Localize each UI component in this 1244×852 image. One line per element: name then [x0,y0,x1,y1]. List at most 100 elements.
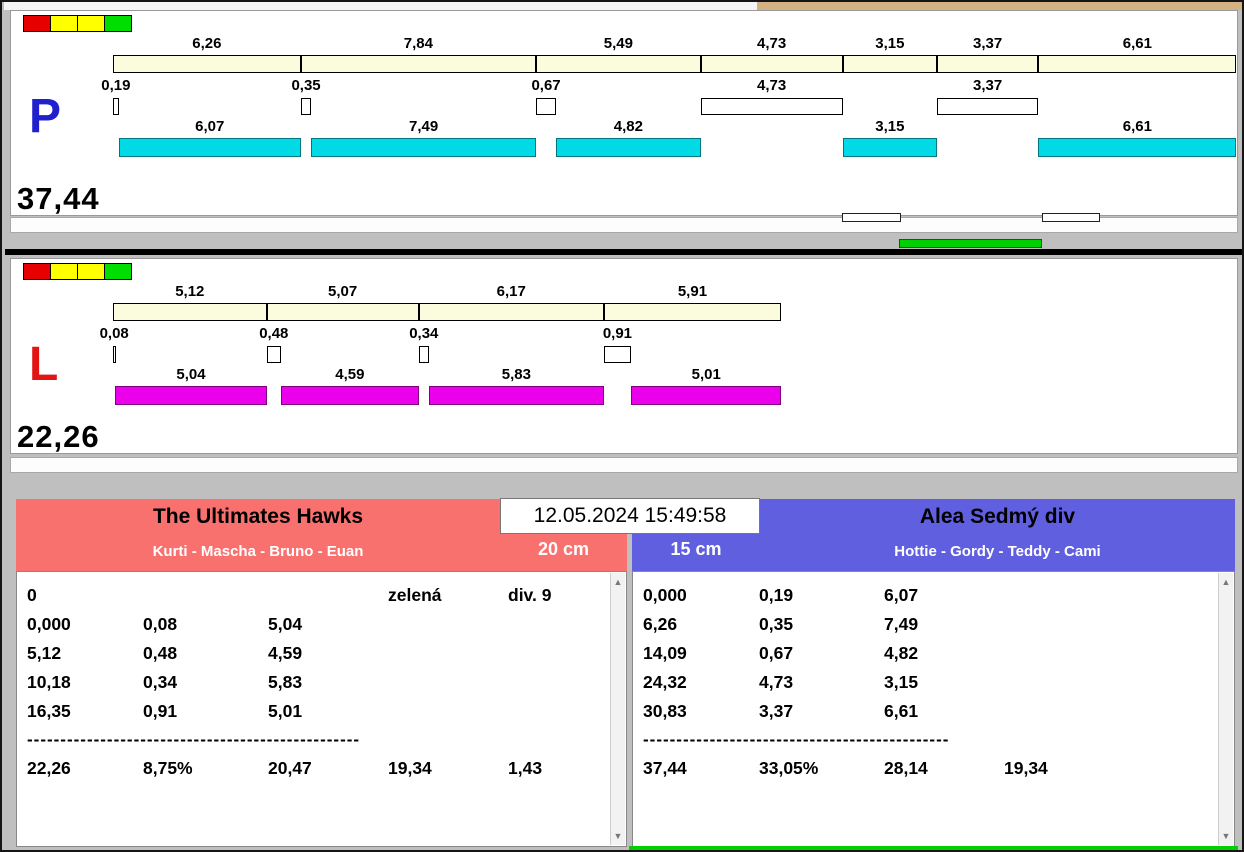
gap-label: 0,35 [276,77,336,94]
table-row: 14,090,674,82 [633,643,1234,672]
datetime-display: 12.05.2024 15:49:58 [500,498,760,534]
segment-total-label: 3,37 [937,35,1038,52]
segment-total-bar [113,55,301,73]
table-cell: 5,12 [27,643,61,664]
measure-bar [115,386,266,405]
table-body: 0zelenádiv. 90,0000,085,045,120,484,5910… [17,572,626,846]
scroll-down-icon[interactable]: ▼ [1219,829,1233,843]
team-right-name: Alea Sedmý div [760,505,1235,529]
bars-layer: 6,267,845,494,733,153,376,610,196,070,35… [11,11,1237,215]
total-cell: 8,75% [143,758,193,779]
scroll-up-icon[interactable]: ▲ [1219,575,1233,589]
total-cell: 28,14 [884,758,928,779]
gap-box [113,98,119,115]
team-left-table: 0zelenádiv. 90,0000,085,045,120,484,5910… [16,571,627,847]
measure-bar [119,138,301,157]
segment-total-label: 6,61 [1038,35,1236,52]
measure-bar [281,386,419,405]
table-cell: 3,37 [759,701,793,722]
segment-total-bar [1038,55,1236,73]
active-team-strip [629,846,1238,852]
table-cell: 16,35 [27,701,71,722]
table-cell: 30,83 [643,701,687,722]
gap-label: 0,19 [86,77,146,94]
table-cell: 4,73 [759,672,793,693]
totals-row: 22,268,75%20,4719,341,43 [17,758,626,787]
segment-total-bar [419,303,604,321]
app-window: P 6,267,845,494,733,153,376,610,196,070,… [0,0,1244,852]
bar-label: 5,83 [486,366,546,383]
panel-total: 37,44 [17,181,100,217]
table-cell: 0 [27,585,37,606]
segment-total-bar [604,303,781,321]
separator-row: ----------------------------------------… [633,730,1234,758]
segment-total-bar [937,55,1038,73]
totals-row: 37,44 33,05% 28,14 19,34 [633,758,1234,787]
scroll-down-icon[interactable]: ▼ [611,829,625,843]
table-cell: 0,35 [759,614,793,635]
measure-bar [556,138,701,157]
bar-label: 3,15 [860,118,920,135]
table-row: 10,180,345,83 [17,672,626,701]
gap-label: 0,34 [394,325,454,342]
bar-label: 6,07 [180,118,240,135]
bar-label: 7,49 [394,118,454,135]
table-cell: 5,01 [268,701,302,722]
separator-line: ----------------------------------------… [27,730,360,750]
separator-row: ----------------------------------------… [17,730,626,758]
table-cell: 0,08 [143,614,177,635]
measure-bar [311,138,536,157]
total-cell: 19,34 [1004,758,1048,779]
table-cell: 5,83 [268,672,302,693]
segment-total-label: 4,73 [701,35,843,52]
ruler-strip-bottom [10,457,1238,473]
scrollbar[interactable]: ▲ ▼ [610,573,625,845]
scrollbar[interactable]: ▲ ▼ [1218,573,1233,845]
active-zone-marker [899,239,1042,248]
table-row: 30,833,376,61 [633,701,1234,730]
marker-box-2 [1042,213,1100,222]
measure-bar [1038,138,1236,157]
gap-box [536,98,556,115]
segment-total-bar [843,55,938,73]
segment-total-label: 5,49 [536,35,701,52]
bar-label: 4,82 [598,118,658,135]
table-cell: zelená [388,585,442,606]
marker-box-1 [842,213,901,222]
segment-total-label: 5,91 [604,283,781,300]
team-left-name: The Ultimates Hawks [16,505,500,529]
table-row: 0 zelená div. 9 [17,585,626,614]
table-row: 16,350,915,01 [17,701,626,730]
team-left-players: Kurti - Mascha - Bruno - Euan [16,543,500,560]
total-cell: 22,26 [27,758,71,779]
total-cell: 37,44 [643,758,687,779]
table-cell: 24,32 [643,672,687,693]
table-cell: div. 9 [508,585,551,606]
total-cell: 33,05% [759,758,818,779]
table-row: 0,0000,196,07 [633,585,1234,614]
segment-total-bar [113,303,267,321]
segment-total-bar [536,55,701,73]
table-cell: 4,59 [268,643,302,664]
table-cell: 5,04 [268,614,302,635]
bar-label: 5,01 [676,366,736,383]
table-row: 6,260,357,49 [633,614,1234,643]
total-cell: 19,34 [388,758,432,779]
segment-total-bar [301,55,536,73]
window-top-edge [4,2,757,10]
measure-bar [631,386,781,405]
gap-box [604,346,631,363]
table-cell: 10,18 [27,672,71,693]
gap-box [301,98,312,115]
segment-total-bar [701,55,843,73]
table-cell: 0,67 [759,643,793,664]
table-cell: 6,07 [884,585,918,606]
team-right-distance: 15 cm [632,539,760,560]
total-cell: 20,47 [268,758,312,779]
measure-panel-L: L 5,125,076,175,910,085,040,484,590,345,… [10,258,1238,454]
scroll-up-icon[interactable]: ▲ [611,575,625,589]
table-row: 0,0000,085,04 [17,614,626,643]
bar-label: 6,61 [1107,118,1167,135]
separator-line: ----------------------------------------… [643,730,949,750]
bar-label: 5,04 [161,366,221,383]
